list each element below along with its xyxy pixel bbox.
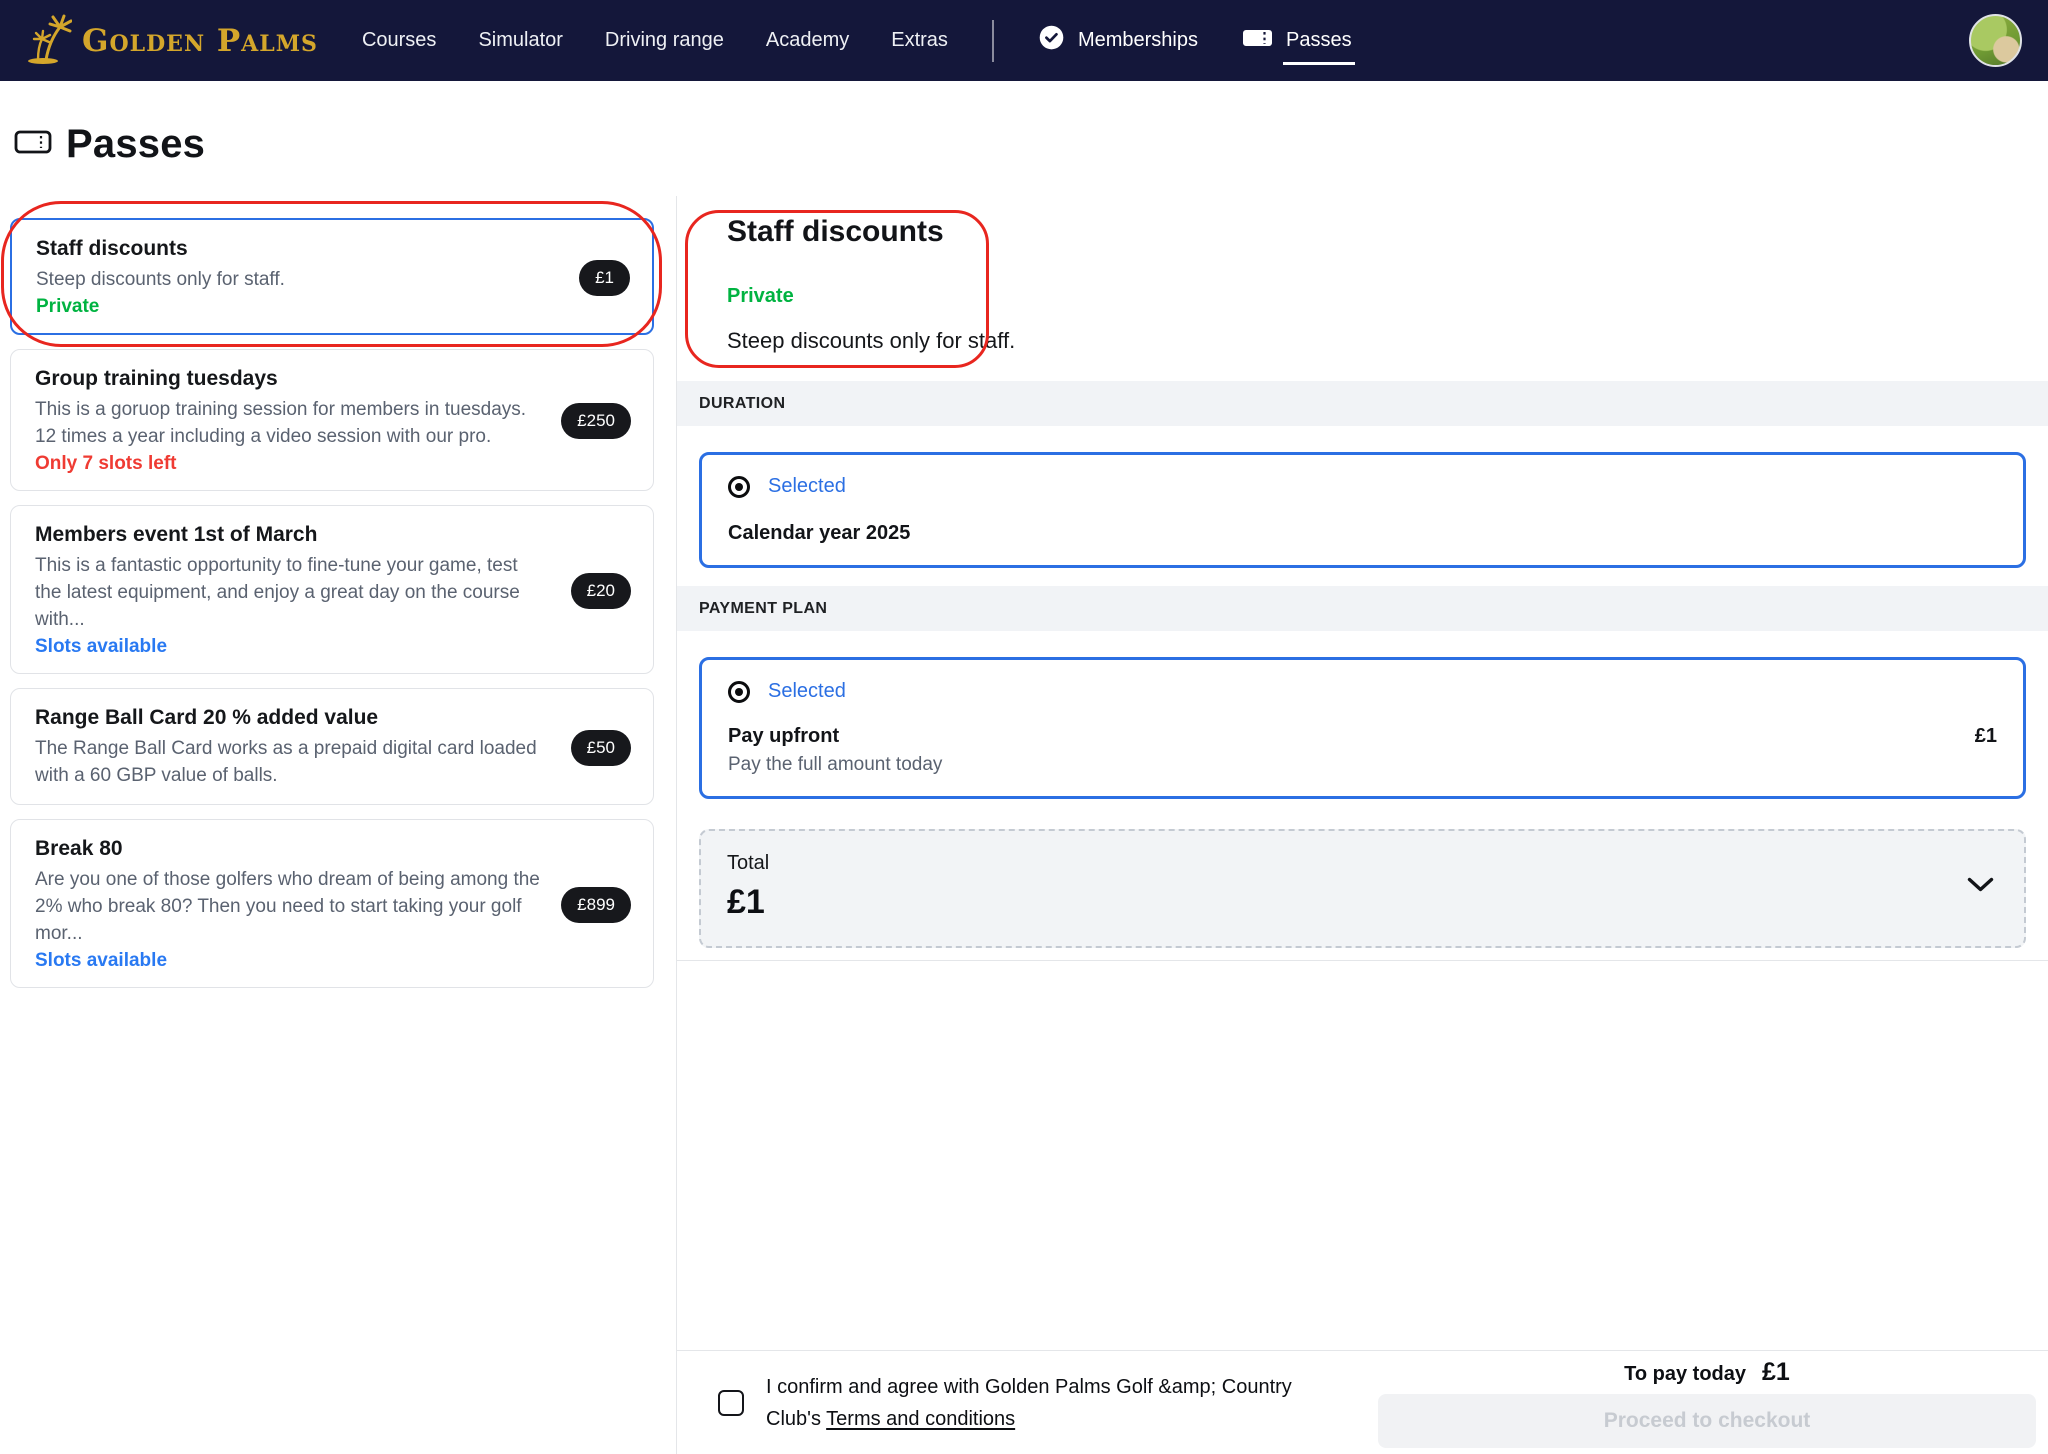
radio-selected-icon[interactable] xyxy=(728,476,750,498)
price-badge: £1 xyxy=(579,260,630,296)
detail-description: Steep discounts only for staff. xyxy=(727,327,2048,355)
pass-card-members-event[interactable]: Members event 1st of March This is a fan… xyxy=(10,505,654,674)
duration-section-header: DURATION xyxy=(677,381,2048,426)
payment-option-price: £1 xyxy=(1975,725,1997,748)
selected-label: Selected xyxy=(768,680,846,703)
radio-selected-icon[interactable] xyxy=(728,681,750,703)
pass-title: Staff discounts xyxy=(36,237,548,261)
nav-item-memberships[interactable]: Memberships xyxy=(1038,24,1198,57)
pass-status: Only 7 slots left xyxy=(35,453,547,475)
nav-memberships-label: Memberships xyxy=(1078,29,1198,52)
proceed-to-checkout-button[interactable]: Proceed to checkout xyxy=(1378,1394,2036,1448)
nav-link-driving-range[interactable]: Driving range xyxy=(605,29,724,52)
primary-nav: Courses Simulator Driving range Academy … xyxy=(362,29,948,52)
terms-checkbox[interactable] xyxy=(718,1390,744,1416)
nav-link-courses[interactable]: Courses xyxy=(362,29,436,52)
pass-card-range-ball-card[interactable]: Range Ball Card 20 % added value The Ran… xyxy=(10,688,654,805)
pass-card-break-80[interactable]: Break 80 Are you one of those golfers wh… xyxy=(10,819,654,988)
terms-confirmation-text: I confirm and agree with Golden Palms Go… xyxy=(766,1371,1311,1435)
chevron-down-icon[interactable] xyxy=(1967,877,1994,898)
price-badge: £899 xyxy=(561,887,631,923)
pass-description: This is a goruop training session for me… xyxy=(35,396,547,450)
pass-description: Steep discounts only for staff. xyxy=(36,266,548,293)
page-heading: Passes xyxy=(14,122,205,167)
payment-option-subtext: Pay the full amount today xyxy=(728,754,1997,776)
nav-link-simulator[interactable]: Simulator xyxy=(478,29,562,52)
selected-label: Selected xyxy=(768,475,846,498)
brand-logo[interactable]: Golden Palms xyxy=(26,12,318,69)
pass-card-group-training[interactable]: Group training tuesdays This is a goruop… xyxy=(10,349,654,491)
price-badge: £20 xyxy=(571,573,631,609)
user-avatar[interactable] xyxy=(1969,14,2022,67)
pass-description: Are you one of those golfers who dream o… xyxy=(35,866,547,947)
badge-check-icon xyxy=(1038,24,1065,57)
pass-detail-panel: Staff discounts Private Steep discounts … xyxy=(677,196,2048,1454)
pass-title: Break 80 xyxy=(35,837,547,861)
ticket-outline-icon xyxy=(14,127,52,162)
pay-today-group: To pay today £1 Proceed to checkout xyxy=(1378,1358,2036,1448)
pass-list: Staff discounts Steep discounts only for… xyxy=(10,218,654,1002)
nav-link-extras[interactable]: Extras xyxy=(891,29,948,52)
to-pay-today-label: To pay today xyxy=(1624,1363,1746,1386)
price-badge: £250 xyxy=(561,403,631,439)
passes-page: Golden Palms Courses Simulator Driving r… xyxy=(0,0,2048,1454)
duration-option-calendar-2025[interactable]: Selected Calendar year 2025 xyxy=(699,452,2026,568)
pass-status: Slots available xyxy=(35,636,547,658)
payment-option-label: Pay upfront xyxy=(728,725,839,748)
nav-passes-label: Passes xyxy=(1286,29,1352,52)
pass-status: Private xyxy=(36,296,548,318)
brand-name: Golden Palms xyxy=(82,23,318,59)
ticket-icon xyxy=(1242,26,1273,56)
pass-title: Members event 1st of March xyxy=(35,523,547,547)
price-badge: £50 xyxy=(571,730,631,766)
visibility-badge: Private xyxy=(727,283,2048,309)
nav-link-academy[interactable]: Academy xyxy=(766,29,849,52)
pass-title: Range Ball Card 20 % added value xyxy=(35,706,547,730)
total-value: £1 xyxy=(727,883,1998,922)
detail-title: Staff discounts xyxy=(727,214,2048,250)
to-pay-today-value: £1 xyxy=(1762,1358,1790,1387)
page-title: Passes xyxy=(66,122,205,167)
pass-title: Group training tuesdays xyxy=(35,367,547,391)
detail-header: Staff discounts Private Steep discounts … xyxy=(677,196,2048,381)
payment-plan-section-header: PAYMENT PLAN xyxy=(677,586,2048,631)
checkout-footer-bar: I confirm and agree with Golden Palms Go… xyxy=(677,1350,2048,1454)
terms-and-conditions-link[interactable]: Terms and conditions xyxy=(826,1408,1015,1430)
payment-option-pay-upfront[interactable]: Selected Pay upfront £1 Pay the full amo… xyxy=(699,657,2026,799)
top-navigation: Golden Palms Courses Simulator Driving r… xyxy=(0,0,2048,81)
section-divider xyxy=(677,960,2048,961)
pass-description: This is a fantastic opportunity to fine-… xyxy=(35,552,547,633)
terms-confirmation: I confirm and agree with Golden Palms Go… xyxy=(718,1371,1311,1435)
nav-item-passes[interactable]: Passes xyxy=(1242,26,1352,56)
nav-divider xyxy=(992,20,994,62)
total-summary-box[interactable]: Total £1 xyxy=(699,829,2026,948)
total-label: Total xyxy=(727,852,1998,875)
pass-status: Slots available xyxy=(35,950,547,972)
duration-option-label: Calendar year 2025 xyxy=(728,522,1997,545)
palm-tree-icon xyxy=(26,12,72,69)
pass-card-staff-discounts[interactable]: Staff discounts Steep discounts only for… xyxy=(10,218,654,335)
pass-description: The Range Ball Card works as a prepaid d… xyxy=(35,735,547,789)
